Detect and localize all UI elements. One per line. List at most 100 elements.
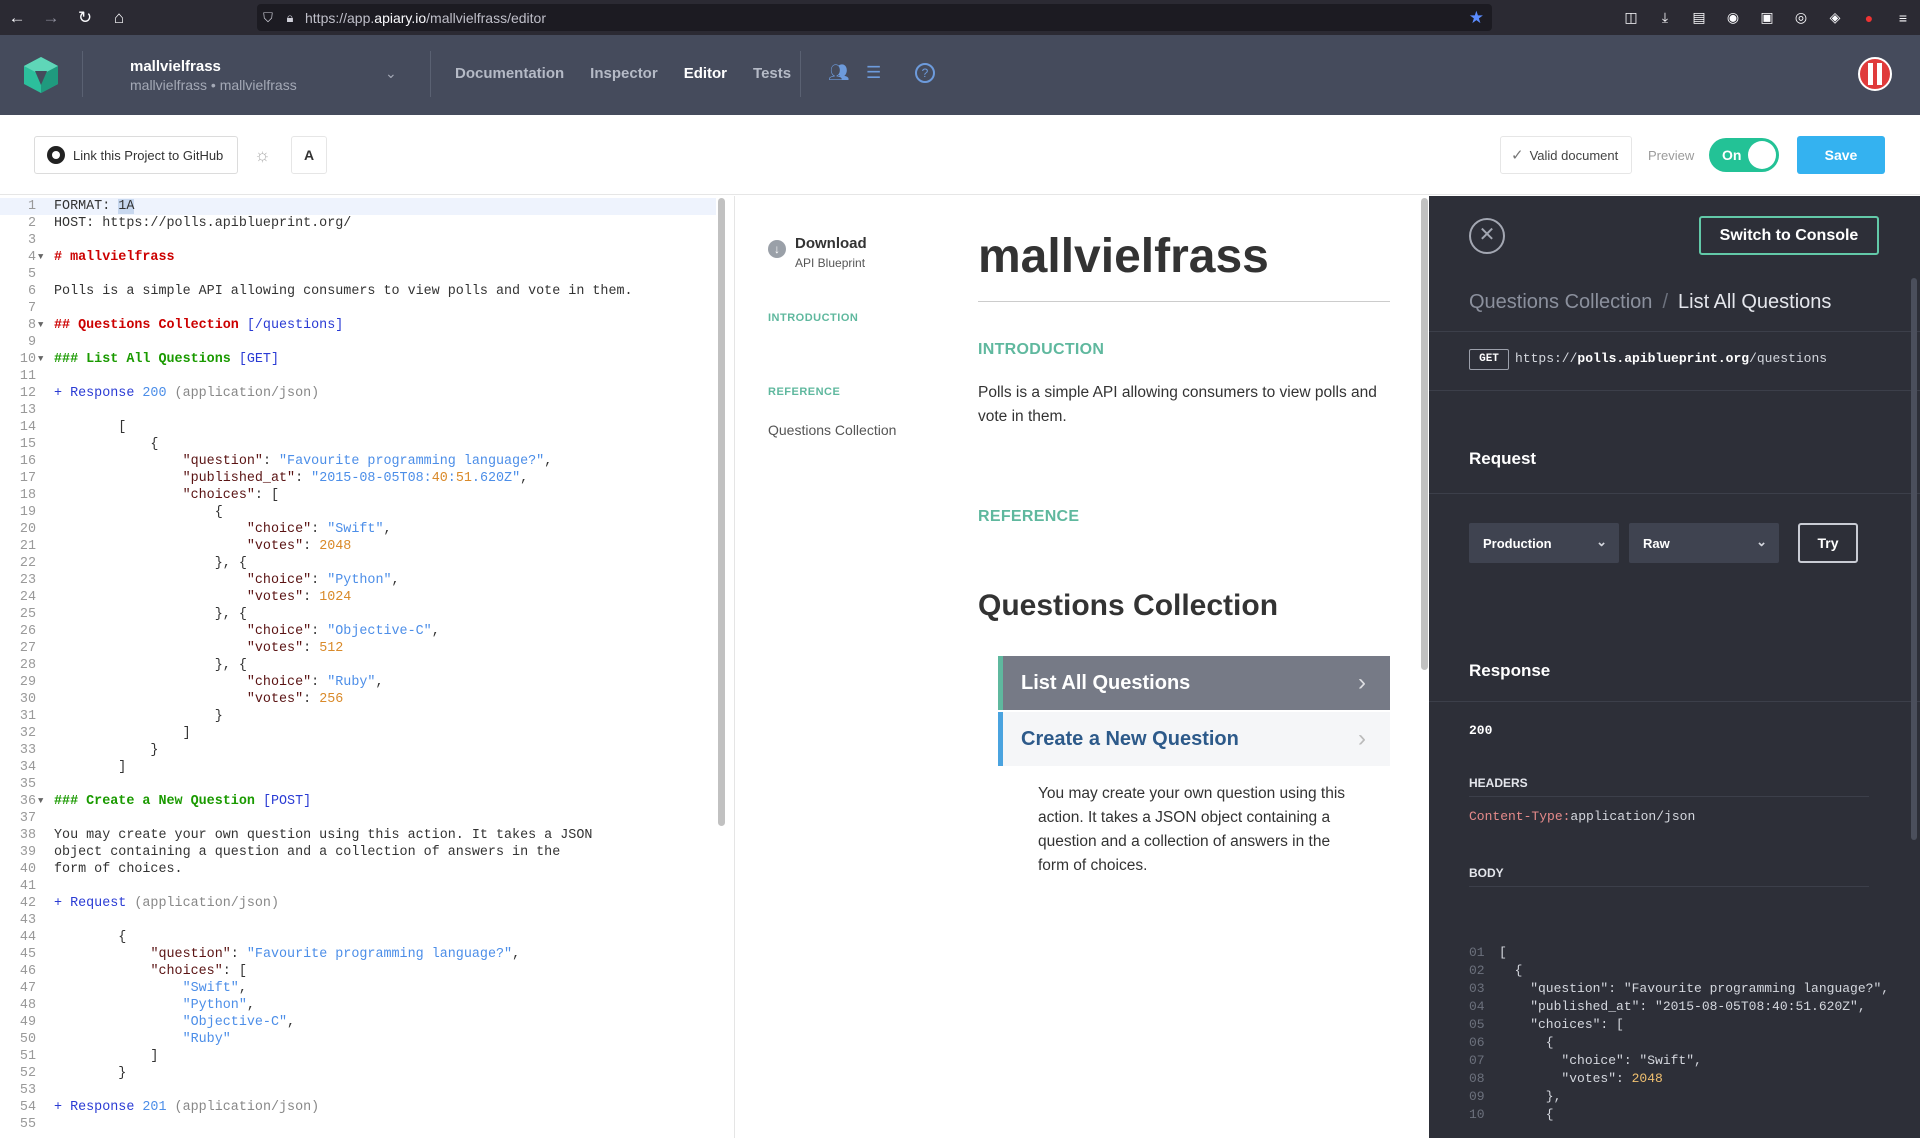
editor-line[interactable]: 28 }, { [0, 657, 716, 674]
switch-to-console-button[interactable]: Switch to Console [1699, 216, 1879, 255]
fold-toggle-icon[interactable]: ▼ [38, 351, 43, 368]
toc-introduction[interactable]: INTRODUCTION [768, 312, 858, 324]
editor-line[interactable]: 40 form of choices. [0, 861, 716, 878]
editor-line[interactable]: 26 "choice": "Objective-C", [0, 623, 716, 640]
preview-scrollbar[interactable] [1421, 198, 1428, 670]
toc-questions-collection[interactable]: Questions Collection [768, 422, 896, 438]
editor-line[interactable]: 5 [0, 266, 716, 283]
editor-line[interactable]: 39 object containing a question and a col… [0, 844, 716, 861]
download-subtitle[interactable]: API Blueprint [795, 256, 865, 270]
editor-line[interactable]: 42 + Request (application/json) [0, 895, 716, 912]
editor-line[interactable]: 25 }, { [0, 606, 716, 623]
save-button[interactable]: Save [1797, 136, 1885, 174]
nav-inspector[interactable]: Inspector [590, 65, 658, 82]
blueprint-editor[interactable]: 1 FORMAT: 1A 2 HOST: https://polls.apibluep… [0, 196, 720, 1138]
editor-line[interactable]: 12 + Response 200 (application/json) [0, 385, 716, 402]
video-icon[interactable]: ● [1852, 10, 1886, 26]
close-console-icon[interactable]: ✕ [1469, 218, 1505, 254]
editor-line[interactable]: 35 [0, 776, 716, 793]
editor-line[interactable]: 19 { [0, 504, 716, 521]
toc-reference[interactable]: REFERENCE [768, 386, 840, 398]
editor-line[interactable]: 44 { [0, 929, 716, 946]
nav-documentation[interactable]: Documentation [455, 65, 564, 82]
link-github-button[interactable]: Link this Project to GitHub [34, 136, 238, 174]
back-icon[interactable]: ← [0, 0, 34, 35]
extension-icon[interactable]: ◉ [1716, 9, 1750, 26]
editor-line[interactable]: 45 "question": "Favourite programming la… [0, 946, 716, 963]
editor-line[interactable]: 53 [0, 1082, 716, 1099]
editor-line[interactable]: 23 "choice": "Python", [0, 572, 716, 589]
editor-line[interactable]: 32 ] [0, 725, 716, 742]
editor-line[interactable]: 49 "Objective-C", [0, 1014, 716, 1031]
action-list-all-questions[interactable]: List All Questions › [998, 656, 1390, 710]
editor-line[interactable]: 38 You may create your own question using… [0, 827, 716, 844]
download-icon[interactable]: ↓ [768, 240, 786, 258]
editor-line[interactable]: 24 "votes": 1024 [0, 589, 716, 606]
editor-line[interactable]: 3 [0, 232, 716, 249]
theme-sun-icon[interactable]: ☼ [254, 145, 271, 166]
container-icon[interactable]: ▣ [1750, 9, 1784, 26]
editor-line[interactable]: 15 { [0, 436, 716, 453]
home-icon[interactable]: ⌂ [102, 0, 136, 35]
editor-line[interactable]: 37 [0, 810, 716, 827]
try-button[interactable]: Try [1798, 523, 1858, 563]
bookmark-star-icon[interactable]: ★ [1469, 8, 1484, 28]
editor-line[interactable]: 31 } [0, 708, 716, 725]
editor-line[interactable]: 48 "Python", [0, 997, 716, 1014]
pocket-icon[interactable]: ◫ [1614, 9, 1648, 26]
editor-line[interactable]: 47 "Swift", [0, 980, 716, 997]
editor-line[interactable]: 41 [0, 878, 716, 895]
forward-icon[interactable]: → [34, 0, 68, 35]
editor-line[interactable]: 4 ▼ # mallvielfrass [0, 249, 716, 266]
preview-toggle[interactable]: On [1709, 138, 1779, 172]
editor-line[interactable]: 8 ▼ ## Questions Collection [/questions] [0, 317, 716, 334]
editor-line[interactable]: 34 ] [0, 759, 716, 776]
editor-line[interactable]: 55 [0, 1116, 716, 1133]
reader-icon[interactable]: ▤ [1682, 9, 1716, 26]
reload-icon[interactable]: ↻ [68, 0, 102, 35]
editor-line[interactable]: 46 "choices": [ [0, 963, 716, 980]
editor-line[interactable]: 7 [0, 300, 716, 317]
editor-scrollbar[interactable] [718, 198, 725, 826]
editor-line[interactable]: 50 "Ruby" [0, 1031, 716, 1048]
fold-toggle-icon[interactable]: ▼ [38, 317, 43, 334]
editor-line[interactable]: 29 "choice": "Ruby", [0, 674, 716, 691]
action-create-question[interactable]: Create a New Question › [998, 712, 1390, 766]
editor-line[interactable]: 43 [0, 912, 716, 929]
editor-line[interactable]: 33 } [0, 742, 716, 759]
editor-line[interactable]: 54 + Response 201 (application/json) [0, 1099, 716, 1116]
addon-icon[interactable]: ◈ [1818, 9, 1852, 26]
editor-line[interactable]: 22 }, { [0, 555, 716, 572]
download-title[interactable]: Download [795, 235, 867, 252]
editor-line[interactable]: 36 ▼ ### Create a New Question [POST] [0, 793, 716, 810]
address-bar[interactable]: ⛉ 🔒︎ https://app.apiary.io/mallvielfrass… [257, 4, 1492, 31]
editor-line[interactable]: 20 "choice": "Swift", [0, 521, 716, 538]
project-switch-chevron-icon[interactable]: ⌄ [385, 65, 397, 82]
nav-editor[interactable]: Editor [684, 65, 727, 82]
environment-select[interactable]: Production ⌄ [1469, 523, 1619, 563]
editor-line[interactable]: 16 "question": "Favourite programming la… [0, 453, 716, 470]
breadcrumb-collection[interactable]: Questions Collection [1469, 291, 1652, 313]
editor-line[interactable]: 18 "choices": [ [0, 487, 716, 504]
editor-line[interactable]: 6 Polls is a simple API allowing consumer… [0, 283, 716, 300]
user-avatar[interactable] [1858, 57, 1892, 91]
editor-line[interactable]: 52 } [0, 1065, 716, 1082]
fold-toggle-icon[interactable]: ▼ [38, 249, 43, 266]
settings-sliders-icon[interactable]: ☰ [866, 63, 881, 83]
editor-line[interactable]: 11 [0, 368, 716, 385]
editor-line[interactable]: 10 ▼ ### List All Questions [GET] [0, 351, 716, 368]
editor-line[interactable]: 1 FORMAT: 1A [0, 198, 716, 215]
editor-line[interactable]: 21 "votes": 2048 [0, 538, 716, 555]
editor-line[interactable]: 14 [ [0, 419, 716, 436]
console-scrollbar[interactable] [1911, 278, 1917, 840]
editor-line[interactable]: 2 HOST: https://polls.apiblueprint.org/ [0, 215, 716, 232]
fold-toggle-icon[interactable]: ▼ [38, 793, 43, 810]
editor-line[interactable]: 13 [0, 402, 716, 419]
editor-line[interactable]: 9 [0, 334, 716, 351]
editor-line[interactable]: 51 ] [0, 1048, 716, 1065]
font-size-button[interactable]: A [291, 136, 327, 174]
vpn-icon[interactable]: ◎ [1784, 9, 1818, 26]
format-select[interactable]: Raw ⌄ [1629, 523, 1779, 563]
team-icon[interactable]: 👥︎ [828, 63, 850, 83]
nav-tests[interactable]: Tests [753, 65, 791, 82]
